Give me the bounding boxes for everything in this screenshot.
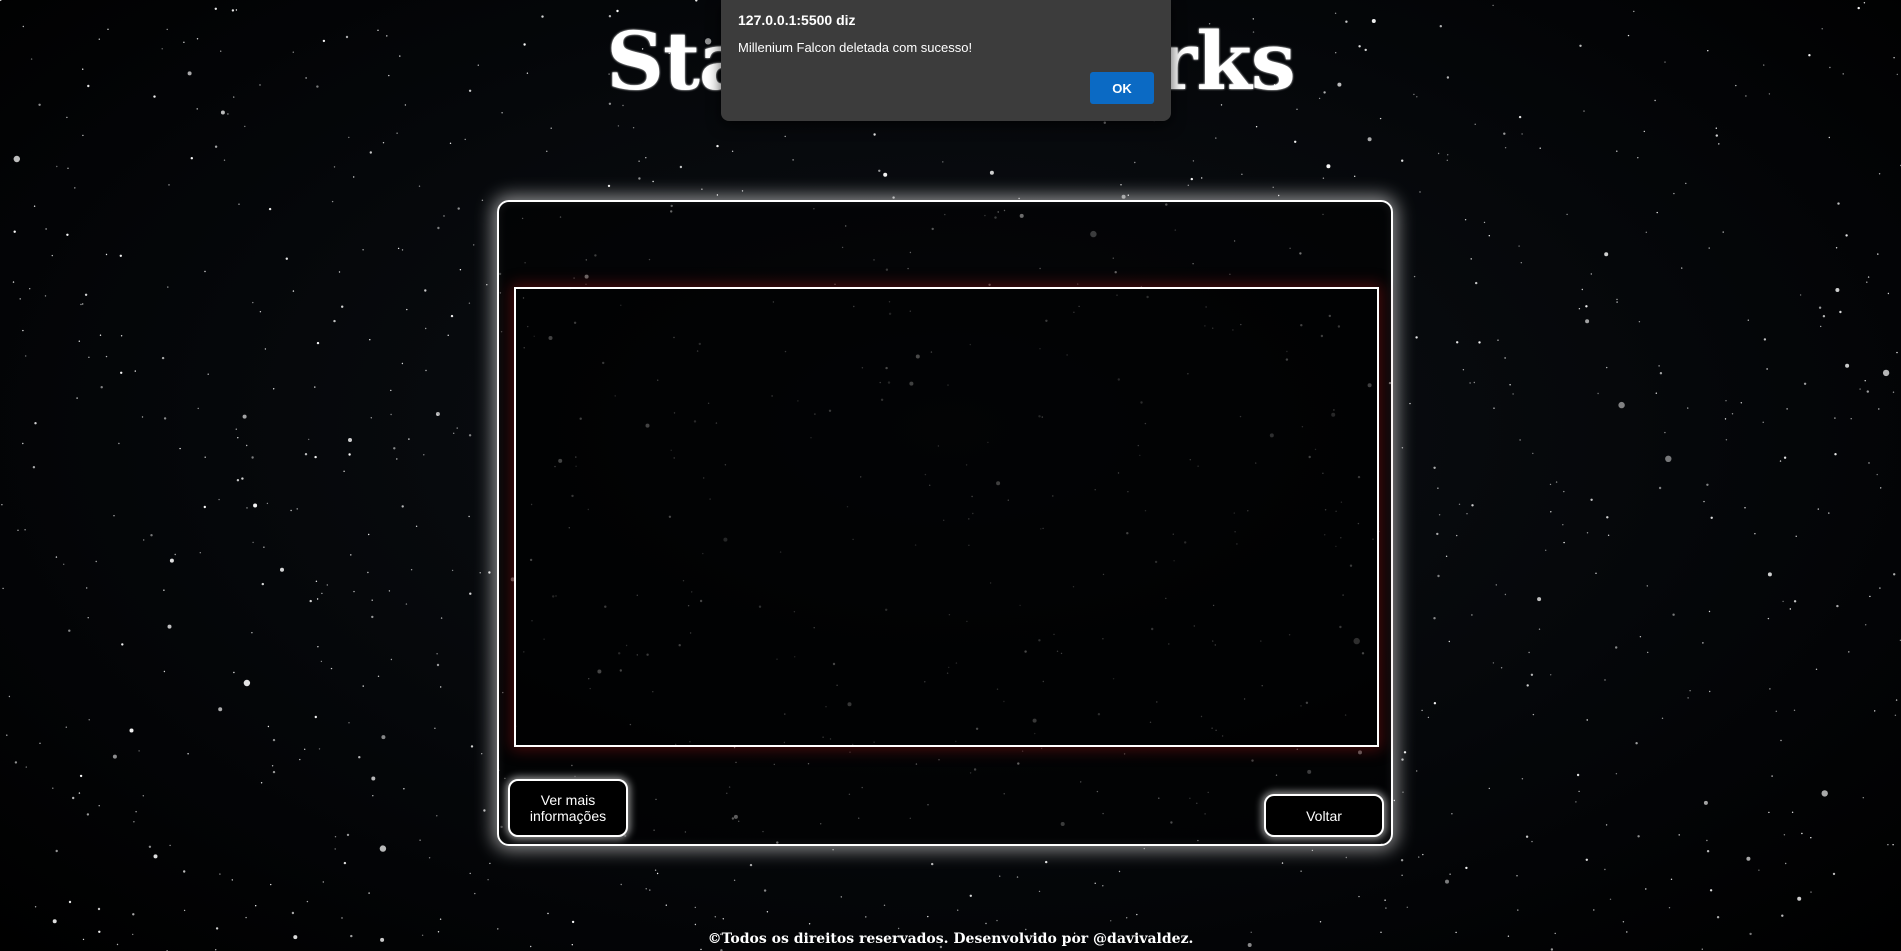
alert-origin: 127.0.0.1:5500 diz [738,12,856,28]
alert-message: Millenium Falcon deletada com sucesso! [738,40,973,55]
more-info-button[interactable]: Ver mais informações [508,779,628,837]
alert-dialog: 127.0.0.1:5500 diz Millenium Falcon dele… [721,0,1171,121]
back-button[interactable]: Voltar [1264,794,1384,837]
alert-ok-button[interactable]: OK [1090,72,1154,104]
footer-copyright: ©Todos os direitos reservados. Desenvolv… [707,931,1194,947]
starship-image-frame [514,287,1379,747]
